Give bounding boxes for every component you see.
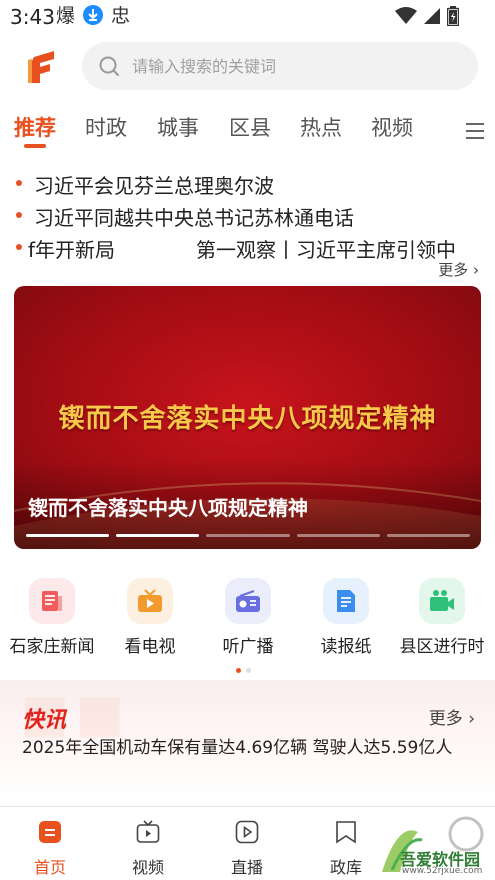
service-icon-wrap <box>127 578 173 624</box>
banner-carousel[interactable]: 锲而不舍落实中央八项规定精神 锲而不舍落实中央八项规定精神 <box>14 286 481 549</box>
menu-icon <box>466 123 484 139</box>
battery-icon <box>447 6 459 26</box>
service-listen-radio[interactable]: 听广播 <box>198 578 298 657</box>
flash-title: 快讯 <box>22 708 67 733</box>
banner-dot[interactable] <box>296 534 380 537</box>
service-icon-wrap <box>323 578 369 624</box>
flash-more-link[interactable]: 更多 › <box>429 704 475 729</box>
bullet-dot <box>16 212 22 218</box>
service-label: 读报纸 <box>320 637 372 657</box>
service-label: 听广播 <box>222 637 274 657</box>
nav-live[interactable]: 直播 <box>207 820 287 878</box>
nav-policy-library[interactable]: 政库 <box>306 820 386 878</box>
status-notification-icons: 爆 忠 <box>56 4 132 26</box>
flame-notify-icon: 爆 <box>56 5 75 26</box>
service-watch-tv[interactable]: 看电视 <box>100 578 200 657</box>
home-icon <box>39 821 61 843</box>
service-label: 看电视 <box>124 637 176 657</box>
tv-icon <box>138 589 162 612</box>
tab-districts[interactable]: 区县 <box>229 112 271 142</box>
svg-text:爆: 爆 <box>56 5 75 26</box>
nav-home[interactable]: 首页 <box>10 820 90 878</box>
search-input[interactable] <box>130 55 434 77</box>
pager-dot <box>246 668 251 673</box>
headline-text: 习近平同越共中央总书记苏林通电话 <box>34 206 354 230</box>
tv-play-icon <box>136 820 160 843</box>
news-flash-card[interactable]: ■■ 快讯 更多 › 2025年全国机动车保有量达4.69亿辆 驾驶人达5.59… <box>0 680 495 800</box>
live-play-icon <box>235 820 259 844</box>
signal-icon <box>424 8 440 24</box>
svg-text:忠: 忠 <box>111 5 130 26</box>
nav-label: 视频 <box>131 858 164 877</box>
app-logo[interactable] <box>28 51 56 83</box>
banner-dot[interactable] <box>116 534 200 537</box>
bug-icon: 忠 <box>111 5 130 26</box>
service-grid: 石家庄新闻 看电视 听广播 读报纸 县区进行时 <box>0 578 495 658</box>
service-icon-wrap <box>225 578 271 624</box>
status-system-icons <box>395 6 459 26</box>
bullet-dot <box>16 244 22 250</box>
bullet-dot <box>16 180 22 186</box>
tab-city[interactable]: 城事 <box>157 112 199 142</box>
service-icon-wrap <box>419 578 465 624</box>
status-time: 3:43 <box>10 5 55 29</box>
headline-text: 习近平会见芬兰总理奥尔波 <box>34 174 274 198</box>
download-icon <box>83 5 103 25</box>
nav-label: 政库 <box>329 858 362 877</box>
video-camera-icon <box>430 590 454 611</box>
banner-image-text: 锲而不舍落实中央八项规定精神 <box>58 404 437 434</box>
newspaper-icon <box>42 591 62 611</box>
tab-menu-button[interactable] <box>450 112 495 148</box>
service-district-live[interactable]: 县区进行时 <box>392 578 492 657</box>
bookmark-icon <box>336 821 356 844</box>
headline-item-scrolling[interactable]: f年开新局 第一观察丨习近平主席引领中 <box>0 232 495 262</box>
service-read-newspaper[interactable]: 读报纸 <box>296 578 396 657</box>
nav-label: 直播 <box>230 858 263 877</box>
site-watermark-url: www.52rjxue.com <box>402 866 483 876</box>
headline-text: f年开新局 <box>28 238 116 262</box>
channel-tabs: 推荐 时政 城事 区县 热点 视频 <box>0 108 495 152</box>
radio-icon <box>236 590 260 612</box>
status-bar: 3:43 爆 忠 <box>0 0 495 34</box>
service-shijiazhuang-news[interactable]: 石家庄新闻 <box>2 578 102 657</box>
headline-text: 第一观察丨习近平主席引领中 <box>196 238 456 262</box>
nav-video[interactable]: 视频 <box>108 820 188 878</box>
tab-politics[interactable]: 时政 <box>85 112 127 142</box>
tab-recommend[interactable]: 推荐 <box>14 112 56 142</box>
search-bar[interactable] <box>82 42 478 90</box>
nav-divider <box>0 806 495 807</box>
service-pagination <box>236 668 251 673</box>
search-icon <box>99 56 119 76</box>
headline-item[interactable]: 习近平会见芬兰总理奥尔波 <box>0 168 495 198</box>
more-label: 更多 <box>438 261 469 279</box>
service-label: 石家庄新闻 <box>9 637 95 657</box>
headline-item[interactable]: 习近平同越共中央总书记苏林通电话 <box>0 200 495 230</box>
tab-video[interactable]: 视频 <box>371 112 413 142</box>
banner-dot[interactable] <box>206 534 290 537</box>
service-icon-wrap <box>29 578 75 624</box>
nav-label: 首页 <box>33 858 66 877</box>
flash-headline[interactable]: 2025年全国机动车保有量达4.69亿辆 驾驶人达5.59亿人 <box>22 736 470 760</box>
wifi-icon <box>395 7 417 24</box>
banner-caption: 锲而不舍落实中央八项规定精神 <box>28 496 308 520</box>
tab-active-indicator <box>24 144 46 148</box>
headlines-more-link[interactable]: 更多 › <box>438 259 479 280</box>
document-icon <box>337 590 355 612</box>
banner-pagination <box>26 534 471 538</box>
more-label: 更多 <box>428 709 463 729</box>
banner-dot[interactable] <box>26 534 110 537</box>
pager-dot <box>236 668 241 673</box>
app-screen: 3:43 爆 忠 请输入搜索的关键词 推荐 时政 城事 区县 热点 视频 习近平… <box>0 0 495 880</box>
tab-hot[interactable]: 热点 <box>300 112 342 142</box>
service-label: 县区进行时 <box>399 637 485 657</box>
banner-dot[interactable] <box>386 534 471 537</box>
